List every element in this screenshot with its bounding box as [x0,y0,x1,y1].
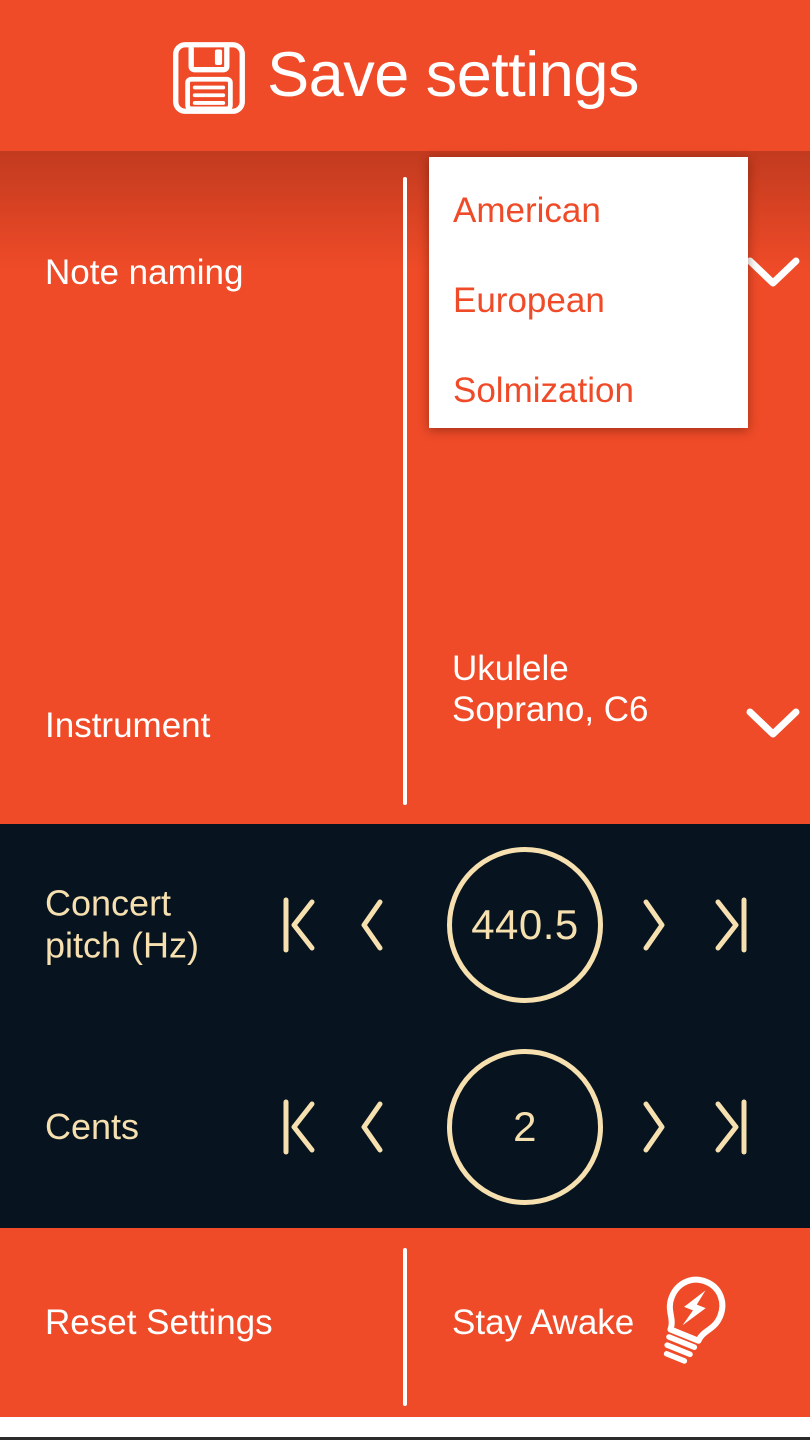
page-title: Save settings [267,40,639,110]
bottom-action-bar: Reset Settings Stay Awake [0,1228,810,1417]
pitch-panel: Concert pitch (Hz) 440.5 Cents 2 [0,824,810,1228]
cents-value-text: 2 [513,1103,537,1150]
chevron-left-icon[interactable] [358,894,406,956]
setting-row-temperament[interactable]: Temperament Equal tempered [0,601,810,824]
skip-to-first-icon[interactable] [282,1096,340,1158]
chevron-left-icon[interactable] [358,1096,406,1158]
setting-label-note-naming: Note naming [45,253,244,292]
concert-pitch-value[interactable]: 440.5 [447,847,603,1003]
chevron-down-icon[interactable] [745,255,801,289]
chevron-right-icon[interactable] [640,894,688,956]
skip-to-last-icon[interactable] [714,1096,772,1158]
skip-to-last-icon[interactable] [714,894,772,956]
settings-screen: Save settings Note naming Instrument Uku… [0,0,810,1440]
system-bottom-strip [0,1417,810,1440]
skip-to-first-icon[interactable] [282,894,340,956]
dropdown-option-european[interactable]: European [429,255,748,345]
bottom-bar-divider [403,1248,407,1406]
stepper-row-cents: Cents 2 [0,1026,810,1228]
stay-awake-label: Stay Awake [452,1302,635,1342]
cents-value[interactable]: 2 [447,1049,603,1205]
concert-pitch-value-text: 440.5 [471,901,579,948]
stay-awake-button[interactable]: Stay Awake [452,1276,736,1370]
floppy-disk-save-icon [171,36,247,116]
dropdown-option-solmization[interactable]: Solmization [429,345,748,435]
lightbulb-bolt-icon [648,1276,736,1370]
chevron-right-icon[interactable] [640,1096,688,1158]
dropdown-option-american[interactable]: American [429,165,748,255]
reset-settings-button[interactable]: Reset Settings [45,1303,273,1343]
note-naming-dropdown-menu[interactable]: American European Solmization [429,157,748,428]
stepper-label-cents: Cents [45,1105,140,1147]
stepper-label-concert-pitch: Concert pitch (Hz) [45,882,200,966]
header-bar[interactable]: Save settings [0,0,810,151]
stepper-row-concert-pitch: Concert pitch (Hz) 440.5 [0,824,810,1026]
